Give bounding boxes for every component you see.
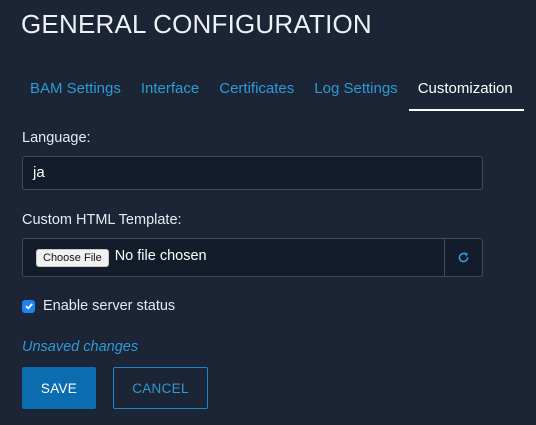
page-title: GENERAL CONFIGURATION [21, 9, 372, 39]
tab-bam-settings[interactable]: BAM Settings [21, 69, 132, 111]
refresh-icon [458, 252, 469, 263]
language-label: Language: [22, 130, 91, 146]
file-picker: Choose File No file chosen [23, 239, 444, 276]
template-file-field: Choose File No file chosen [22, 238, 483, 277]
file-status: No file chosen [114, 247, 207, 264]
refresh-button[interactable] [444, 239, 482, 276]
tab-interface[interactable]: Interface [132, 69, 210, 111]
tab-customization[interactable]: Customization [408, 69, 524, 111]
server-status-checkbox[interactable] [22, 299, 35, 313]
server-status-row: Enable server status [22, 298, 175, 314]
template-label: Custom HTML Template: [22, 212, 182, 228]
cancel-button[interactable]: CANCEL [113, 367, 208, 409]
save-button[interactable]: SAVE [22, 367, 96, 409]
tab-certificates[interactable]: Certificates [210, 69, 305, 111]
tab-bar: BAM Settings Interface Certificates Log … [21, 69, 524, 111]
server-status-label: Enable server status [43, 298, 176, 314]
language-input[interactable]: ja [22, 156, 483, 190]
tab-log-settings[interactable]: Log Settings [305, 69, 408, 111]
choose-file-button[interactable]: Choose File [36, 248, 109, 267]
check-icon [24, 303, 33, 310]
unsaved-changes-status: Unsaved changes [22, 339, 139, 355]
